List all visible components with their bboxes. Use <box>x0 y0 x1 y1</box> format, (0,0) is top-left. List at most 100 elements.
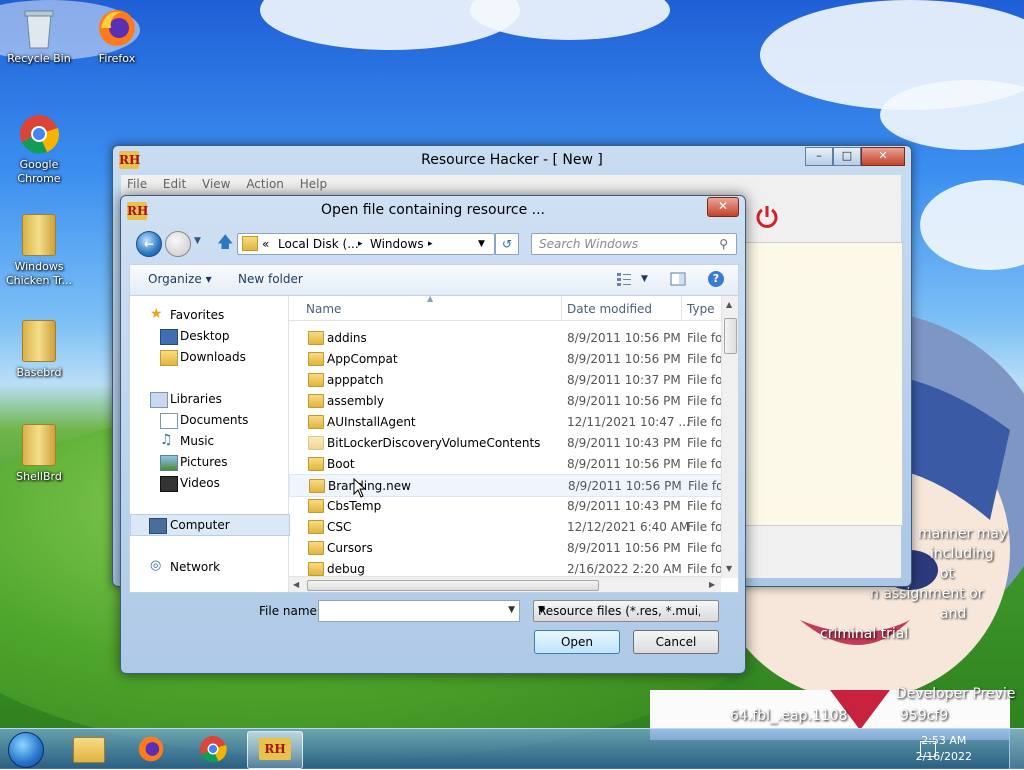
file-name-dropdown-icon[interactable]: ▼ <box>508 605 515 615</box>
breadcrumb-separator[interactable]: ▸ <box>358 239 363 249</box>
file-list-row[interactable]: BitLockerDiscoveryVolumeContents 8/9/2011… <box>289 432 721 453</box>
nav-documents[interactable]: Documents <box>130 410 288 430</box>
column-name[interactable]: Name <box>306 302 341 316</box>
taskbar-resource-hacker-button[interactable]: RH <box>247 731 303 769</box>
file-name: Boot <box>327 457 355 471</box>
address-dropdown-icon[interactable]: ▼ <box>478 239 485 249</box>
menu-edit[interactable]: Edit <box>157 175 192 193</box>
file-list-row[interactable]: apppatch 8/9/2011 10:37 PM File fol <box>289 369 721 390</box>
file-list-row[interactable]: Boot 8/9/2011 10:56 PM File fol <box>289 453 721 474</box>
file-list-row[interactable]: addins 8/9/2011 10:56 PM File fol <box>289 327 721 348</box>
show-desktop-button[interactable] <box>1009 729 1024 769</box>
new-folder-button[interactable]: New folder <box>238 272 303 286</box>
pictures-icon <box>160 455 178 471</box>
menu-action[interactable]: Action <box>240 175 290 193</box>
scroll-right-icon[interactable]: ▶ <box>709 580 715 589</box>
file-type: File fol <box>687 520 721 534</box>
firefox-desktop-icon[interactable]: Firefox <box>82 6 152 66</box>
column-type[interactable]: Type <box>687 302 715 316</box>
close-button[interactable]: ✕ <box>861 147 905 166</box>
navigation-row: ← ▼ 🡅 « Local Disk (... ▸ Windows ▸ ▼ ↺ … <box>131 228 737 258</box>
horizontal-scroll-thumb[interactable] <box>307 580 599 591</box>
cancel-button[interactable]: Cancel <box>633 630 719 654</box>
change-view-icon[interactable] <box>616 271 632 287</box>
basebrd-folder-icon[interactable]: Basebrd <box>4 320 74 380</box>
search-placeholder: Search Windows <box>539 237 639 251</box>
recycle-bin-icon[interactable]: Recycle Bin <box>4 6 74 66</box>
open-button[interactable]: Open <box>534 630 620 654</box>
refresh-icon[interactable]: ↺ <box>495 233 519 255</box>
organize-button[interactable]: Organize ▾ <box>148 272 212 286</box>
nav-pictures[interactable]: Pictures <box>130 452 288 472</box>
address-bar[interactable]: « Local Disk (... ▸ Windows ▸ ▼ <box>237 233 495 255</box>
file-list-row[interactable]: assembly 8/9/2011 10:56 PM File fol <box>289 390 721 411</box>
nav-documents-label: Documents <box>180 413 249 427</box>
preview-pane-icon[interactable] <box>670 271 686 287</box>
windows-chicken-folder-icon[interactable]: Windows Chicken Tr... <box>4 214 74 288</box>
file-name: assembly <box>327 394 384 408</box>
help-icon[interactable]: ? <box>708 271 724 287</box>
breadcrumb-separator[interactable]: ▸ <box>428 239 433 249</box>
maximize-button[interactable]: □ <box>833 147 861 166</box>
file-name-input[interactable]: ▼ <box>318 600 520 622</box>
scroll-left-icon[interactable]: ◀ <box>293 580 299 589</box>
nav-computer-label: Computer <box>170 518 230 532</box>
file-date: 8/9/2011 10:56 PM <box>567 394 681 408</box>
folder-icon <box>308 562 324 576</box>
system-clock[interactable]: 2:53 AM 2/16/2022 <box>916 733 972 765</box>
power-icon[interactable] <box>754 204 780 230</box>
vertical-scroll-thumb[interactable] <box>724 318 737 354</box>
up-arrow-icon[interactable]: 🡅 <box>217 231 233 258</box>
nav-libraries[interactable]: Libraries <box>130 389 288 409</box>
rh-title-bar[interactable]: RH Resource Hacker - [ New ] – □ ✕ <box>113 146 911 174</box>
file-type-select[interactable]: Resource files (*.res, *.mui, *.dll ▼ <box>533 600 719 622</box>
nav-favorites[interactable]: ★ Favorites <box>130 305 288 325</box>
recent-locations-chevron-icon[interactable]: ▼ <box>194 236 201 246</box>
forward-arrow-icon[interactable] <box>165 231 191 257</box>
watermark-text: 959cf9 <box>900 708 949 724</box>
taskbar-explorer-button[interactable] <box>62 731 116 767</box>
file-date: 12/11/2021 10:47 ... <box>567 415 690 429</box>
file-list-row[interactable]: AUInstallAgent 12/11/2021 10:47 ... File f… <box>289 411 721 432</box>
minimize-button[interactable]: – <box>805 147 833 166</box>
back-arrow-icon[interactable]: ← <box>136 231 162 257</box>
view-dropdown-icon[interactable]: ▼ <box>641 274 648 284</box>
file-list-row[interactable]: AppCompat 8/9/2011 10:56 PM File fol <box>289 348 721 369</box>
dialog-close-button[interactable]: ✕ <box>707 197 739 217</box>
shellbrd-folder-icon[interactable]: ShellBrd <box>4 424 74 484</box>
breadcrumb-prefix: « <box>262 237 270 251</box>
nav-videos[interactable]: Videos <box>130 473 288 493</box>
google-chrome-desktop-icon[interactable]: Google Chrome <box>4 112 74 186</box>
file-name: AUInstallAgent <box>327 415 416 429</box>
menu-view[interactable]: View <box>196 175 236 193</box>
file-type: File fol <box>687 352 721 366</box>
watermark-text: ot <box>940 566 955 582</box>
nav-music[interactable]: ♫ Music <box>130 431 288 451</box>
breadcrumb-windows[interactable]: Windows <box>370 237 424 251</box>
nav-desktop[interactable]: Desktop <box>130 326 288 346</box>
dialog-title: Open file containing resource ... <box>320 202 546 218</box>
nav-computer[interactable]: Computer <box>130 514 290 536</box>
taskbar-chrome-button[interactable] <box>186 731 240 767</box>
nav-network[interactable]: ◎ Network <box>130 557 288 577</box>
rh-editor-pane[interactable] <box>745 242 903 526</box>
scroll-up-icon[interactable]: ▲ <box>726 300 732 309</box>
start-button[interactable] <box>8 732 44 768</box>
recycle-bin-label: Recycle Bin <box>7 52 71 65</box>
nav-favorites-label: Favorites <box>170 308 225 322</box>
search-input[interactable]: Search Windows ⚲ <box>531 233 737 255</box>
column-date-modified[interactable]: Date modified <box>567 302 652 316</box>
breadcrumb-local-disk[interactable]: Local Disk (... <box>278 237 359 251</box>
nav-network-label: Network <box>170 560 221 574</box>
menu-file[interactable]: File <box>121 175 153 193</box>
taskbar-firefox-button[interactable] <box>124 731 178 767</box>
file-list-row[interactable]: CbsTemp 8/9/2011 10:43 PM File fol <box>289 495 721 516</box>
horizontal-scrollbar[interactable]: ◀ ▶ <box>289 576 721 592</box>
vertical-scrollbar[interactable]: ▲ ▼ <box>721 296 738 578</box>
file-list-row[interactable]: Cursors 8/9/2011 10:56 PM File fol <box>289 537 721 558</box>
scroll-down-icon[interactable]: ▼ <box>726 564 732 573</box>
nav-downloads[interactable]: Downloads <box>130 347 288 367</box>
file-list-row[interactable]: CSC 12/12/2021 6:40 AMFile fol <box>289 516 721 537</box>
menu-help[interactable]: Help <box>294 175 333 193</box>
file-name-label: File name: <box>259 604 321 618</box>
